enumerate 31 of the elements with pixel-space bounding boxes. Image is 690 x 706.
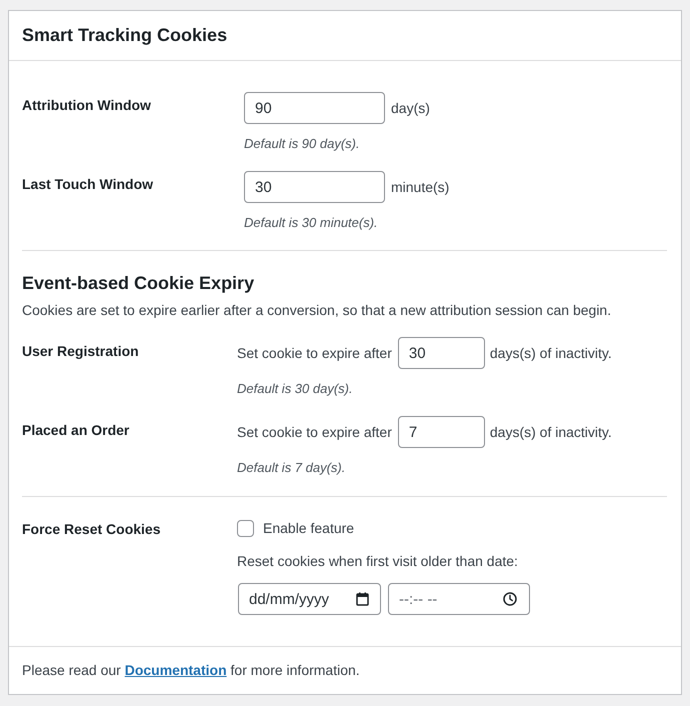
number-input[interactable]: 90 xyxy=(244,92,385,124)
clock-icon[interactable] xyxy=(503,592,517,606)
field-label: User Registration xyxy=(22,343,139,359)
field-label: Placed an Order xyxy=(22,422,130,438)
expiry-prefix: Set cookie to expire after xyxy=(237,344,392,363)
default-hint: Default is 30 day(s). xyxy=(237,380,354,398)
default-hint: Default is 30 minute(s). xyxy=(244,214,379,232)
number-input[interactable]: 7 xyxy=(398,416,485,448)
field-label: Last Touch Window xyxy=(22,176,154,192)
checkbox-label: Enable feature xyxy=(263,518,354,538)
panel-title: Smart Tracking Cookies xyxy=(22,24,228,47)
expiry-suffix: days(s) of inactivity. xyxy=(490,344,612,363)
section-description: Cookies are set to expire earlier after a conversion, so that a new attribution session can begin. xyxy=(22,301,612,320)
section-heading: Event-based Cookie Expiry xyxy=(22,272,256,295)
calendar-icon[interactable] xyxy=(356,592,369,606)
unit-label: minute(s) xyxy=(391,178,450,197)
expiry-prefix: Set cookie to expire after xyxy=(237,422,392,442)
footer-note: Please read our Documentation for more information. xyxy=(22,661,360,680)
date-field[interactable]: dd/mm/yyyy xyxy=(238,583,381,615)
checkbox[interactable] xyxy=(237,520,254,536)
field-label: Force Reset Cookies xyxy=(22,521,160,537)
number-input[interactable]: 30 xyxy=(244,171,385,203)
default-hint: Default is 90 day(s). xyxy=(244,135,361,153)
documentation-link[interactable]: Documentation xyxy=(124,662,227,678)
default-hint: Default is 7 day(s). xyxy=(237,459,346,477)
field-label: Attribution Window xyxy=(22,97,151,113)
time-field[interactable]: --:-- -- xyxy=(388,583,530,615)
reset-prompt: Reset cookies when first visit older than date: xyxy=(237,552,519,571)
number-input[interactable]: 30 xyxy=(398,337,485,369)
expiry-suffix: days(s) of inactivity. xyxy=(490,422,612,442)
unit-label: day(s) xyxy=(391,98,430,118)
